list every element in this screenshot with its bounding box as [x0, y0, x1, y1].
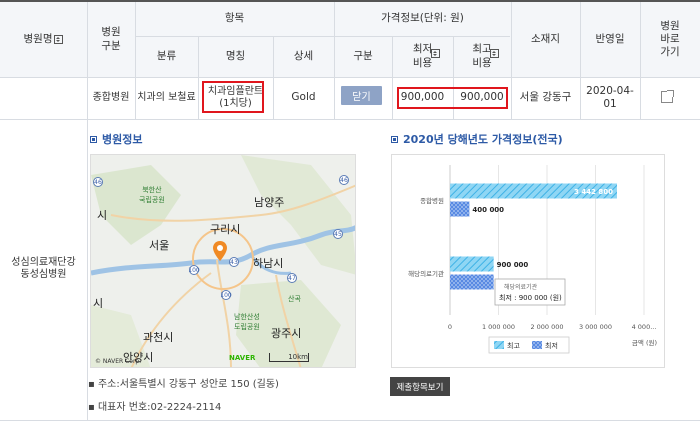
highlight-price [397, 87, 508, 109]
map-label: 산곡 [288, 295, 301, 303]
x-tick-label: 4 000... [632, 323, 657, 331]
legend-label: 최저 [545, 341, 558, 350]
x-axis-label: 금액 (원) [632, 338, 657, 347]
row-category: 치과의 보철료 [137, 91, 196, 103]
tooltip-line: 최저 : 900 000 (원) [499, 293, 562, 302]
highlight-name [202, 81, 264, 113]
external-link-icon[interactable] [661, 90, 674, 103]
road-number: 46 [339, 175, 349, 185]
category-label: 해당의료기관 [408, 269, 444, 278]
bar [450, 201, 470, 217]
sort-icon[interactable] [54, 35, 64, 44]
hospital-info-title: 병원정보 [90, 131, 142, 147]
map-label: 북한산 국립공원 [139, 186, 165, 204]
col-category: 분류 [156, 49, 177, 62]
row-detail: Gold [291, 91, 316, 104]
map-copyright: © NAVER Corp. [95, 358, 142, 365]
naver-logo: NAVER [229, 354, 256, 362]
col-hospital-type: 병원 구분 [101, 26, 121, 52]
hospital-name: 성심의료재단강 동성심병원 [11, 256, 76, 281]
data-label: 400 000 [472, 206, 504, 214]
address: ▪ 주소:서울특별시 강동구 성안로 150 (길동) [88, 379, 279, 390]
map-label: 시 [97, 209, 108, 222]
road-number: 45 [333, 229, 343, 239]
map-label: 과천시 [143, 331, 174, 344]
legend-swatch [532, 341, 542, 349]
road-number: 100 [220, 290, 232, 300]
x-tick-label: 0 [448, 323, 452, 331]
col-division: 구분 [353, 49, 373, 62]
x-tick-label: 1 000 000 [482, 323, 515, 331]
col-name: 명칭 [225, 49, 246, 62]
col-min-cost[interactable]: 최저 비용 [392, 36, 453, 77]
map-label: 구리시 [210, 223, 241, 236]
location-pin-icon[interactable] [213, 241, 227, 261]
price-chart: 종합병원3 442 800400 000해당의료기관900 000900 000… [391, 154, 665, 368]
map-scale: 10km [269, 353, 309, 362]
x-tick-label: 2 000 000 [530, 323, 563, 331]
col-shortcut: 병원 바로 가기 [660, 19, 680, 59]
category-label: 종합병원 [420, 196, 444, 205]
chart-title: 2020년 당해년도 가격정보(전국) [391, 131, 563, 147]
bar [450, 256, 494, 272]
x-tick-label: 3 000 000 [579, 323, 612, 331]
bullet-icon [90, 135, 97, 143]
bar [450, 274, 494, 290]
row-location: 서울 강동구 [519, 91, 572, 104]
hospital-map[interactable]: 북한산 국립공원 구리시 남양주 서울 하남시 광주시 과천시 안양시 산곡 남… [90, 154, 356, 368]
price-chart-svg: 종합병원3 442 800400 000해당의료기관900 000900 000… [408, 165, 657, 354]
bullet-icon [391, 135, 398, 143]
row-date: 2020-04-01 [586, 84, 634, 110]
map-terrain [91, 155, 355, 367]
road-number: 43 [229, 257, 239, 267]
row-hospital-type: 종합병원 [92, 91, 130, 103]
phone: ▪ 대표자 번호:02-2224-2114 [88, 402, 222, 413]
col-item: 항목 [224, 12, 245, 25]
road-number: 47 [287, 273, 297, 283]
data-label: 3 442 800 [574, 188, 613, 196]
legend-label: 최고 [507, 341, 520, 350]
col-price-info: 가격정보(단위: 원) [381, 12, 464, 25]
close-button[interactable]: 닫기 [341, 86, 382, 105]
col-hospital-name[interactable]: 병원명 [0, 2, 87, 77]
tooltip-line: 해당의료기관 [504, 283, 538, 291]
sort-min-icon[interactable] [431, 49, 440, 58]
col-detail: 상세 [293, 49, 314, 62]
submission-items-button[interactable]: 제출항목보기 [390, 377, 450, 396]
map-label: 남양주 [254, 196, 285, 209]
road-number: 100 [188, 265, 200, 275]
legend-swatch [494, 341, 504, 349]
road-number: 46 [93, 177, 103, 187]
col-max-cost[interactable]: 최고 비용 [453, 36, 511, 77]
data-label: 900 000 [497, 261, 529, 269]
map-label: 남한산성 도립공원 [234, 313, 260, 331]
col-reflect-date: 반영일 [595, 32, 625, 45]
map-label: 광주시 [271, 327, 302, 340]
sort-max-icon[interactable] [490, 49, 499, 58]
map-label: 시 [93, 297, 104, 310]
map-label: 서울 [149, 239, 170, 252]
col-location: 소재지 [531, 32, 560, 45]
map-label: 하남시 [253, 257, 284, 270]
